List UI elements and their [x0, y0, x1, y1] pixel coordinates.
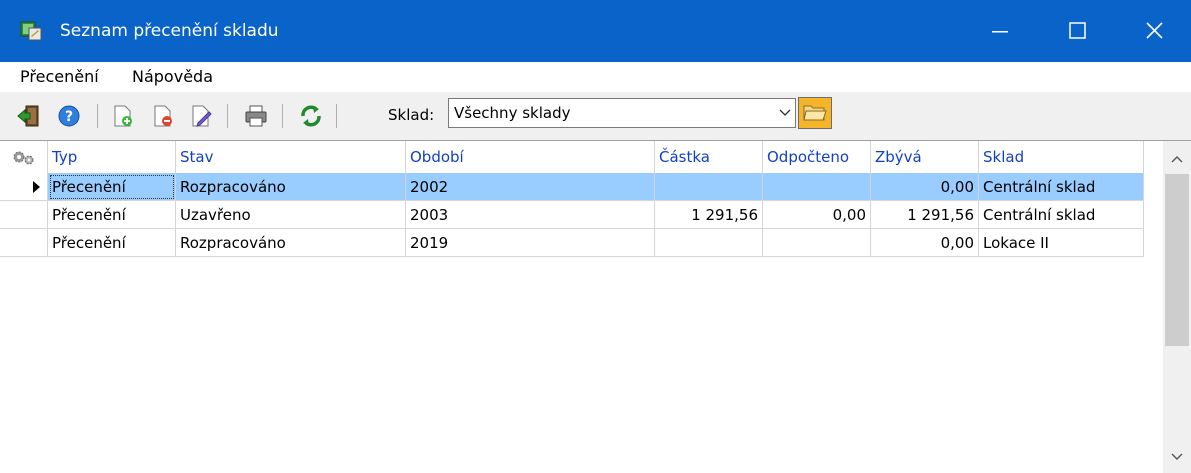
cell-sklad[interactable]: Centrální sklad: [979, 201, 1144, 229]
data-grid: Typ Stav Období Částka Odpočteno Zbývá S…: [0, 140, 1191, 473]
maximize-button[interactable]: [1043, 0, 1113, 62]
cell-typ[interactable]: Přecenění: [48, 229, 176, 257]
scroll-down-arrow-icon[interactable]: [1171, 453, 1183, 461]
toolbar-separator: [336, 104, 337, 128]
chevron-down-icon: [779, 109, 791, 116]
row-indicator: [0, 201, 48, 229]
app-icon: [20, 21, 42, 41]
new-button[interactable]: [110, 103, 136, 129]
gears-icon: [13, 151, 34, 165]
edit-button[interactable]: [188, 103, 214, 129]
cell-obdobi[interactable]: 2002: [406, 173, 655, 201]
delete-document-icon: [154, 105, 172, 127]
cell-odpocteno[interactable]: 0,00: [763, 201, 871, 229]
cell-sklad[interactable]: Lokace II: [979, 229, 1144, 257]
scroll-up-arrow-icon[interactable]: [1171, 155, 1183, 163]
row-indicator: [0, 229, 48, 257]
svg-text:?: ?: [65, 109, 73, 125]
title-bar: Seznam přecenění skladu: [0, 0, 1191, 62]
print-button[interactable]: [243, 103, 269, 129]
cell-typ[interactable]: Přecenění: [48, 173, 176, 201]
toolbar-separator: [97, 104, 98, 128]
window-title: Seznam přecenění skladu: [60, 21, 279, 41]
cell-stav[interactable]: Rozpracováno: [176, 173, 406, 201]
cell-obdobi[interactable]: 2019: [406, 229, 655, 257]
cell-zbyva[interactable]: 0,00: [871, 229, 979, 257]
menu-napoveda[interactable]: Nápověda: [132, 68, 213, 86]
close-icon: [1146, 22, 1163, 39]
cell-castka[interactable]: 1 291,56: [655, 201, 763, 229]
current-row-arrow-icon: [33, 181, 40, 193]
exit-icon: [17, 105, 39, 127]
column-header-obdobi[interactable]: Období: [406, 141, 655, 173]
sklad-label: Sklad:: [388, 106, 435, 124]
cell-castka[interactable]: [655, 173, 763, 201]
new-document-icon: [114, 105, 132, 127]
print-icon: [245, 105, 267, 127]
menu-preceneni[interactable]: Přecenění: [20, 68, 99, 86]
sklad-select[interactable]: Všechny sklady: [448, 98, 796, 128]
column-header-stav[interactable]: Stav: [176, 141, 406, 173]
table-row[interactable]: Přecenění Rozpracováno 2019 0,00 Lokace …: [0, 229, 1144, 257]
browse-folder-button[interactable]: [798, 97, 832, 129]
folder-icon: [803, 105, 827, 121]
cell-castka[interactable]: [655, 229, 763, 257]
toolbar: ? Sklad: Všechny sklady: [0, 92, 1191, 140]
cell-stav[interactable]: Uzavřeno: [176, 201, 406, 229]
toolbar-separator: [227, 104, 228, 128]
vertical-scrollbar[interactable]: [1163, 141, 1191, 473]
column-header-zbyva[interactable]: Zbývá: [871, 141, 979, 173]
table-row[interactable]: Přecenění Rozpracováno 2002 0,00 Centrál…: [0, 173, 1144, 201]
minimize-icon: [992, 31, 1008, 33]
table-row[interactable]: Přecenění Uzavřeno 2003 1 291,56 0,00 1 …: [0, 201, 1144, 229]
refresh-button[interactable]: [298, 103, 324, 129]
column-header-typ[interactable]: Typ: [48, 141, 176, 173]
exit-button[interactable]: [16, 103, 42, 129]
column-header-sklad[interactable]: Sklad: [979, 141, 1144, 173]
grid-header: Typ Stav Období Částka Odpočteno Zbývá S…: [0, 141, 1144, 173]
help-icon: ?: [58, 105, 80, 127]
cell-odpocteno[interactable]: [763, 173, 871, 201]
refresh-icon: [301, 105, 321, 127]
delete-button[interactable]: [150, 103, 176, 129]
cell-typ[interactable]: Přecenění: [48, 201, 176, 229]
cell-stav[interactable]: Rozpracováno: [176, 229, 406, 257]
maximize-icon: [1069, 22, 1086, 39]
row-indicator: [0, 173, 48, 201]
cell-sklad[interactable]: Centrální sklad: [979, 173, 1144, 201]
sklad-select-value: Všechny sklady: [454, 104, 571, 122]
column-header-castka[interactable]: Částka: [655, 141, 763, 173]
edit-document-icon: [192, 105, 212, 127]
close-button[interactable]: [1120, 0, 1190, 62]
column-header-odpocteno[interactable]: Odpočteno: [763, 141, 871, 173]
cell-odpocteno[interactable]: [763, 229, 871, 257]
cell-zbyva[interactable]: 1 291,56: [871, 201, 979, 229]
menu-bar: Přecenění Nápověda: [0, 62, 1191, 92]
scrollbar-thumb[interactable]: [1165, 174, 1189, 346]
toolbar-separator: [282, 104, 283, 128]
minimize-button[interactable]: [966, 0, 1036, 62]
column-settings-header[interactable]: [0, 141, 48, 173]
cell-zbyva[interactable]: 0,00: [871, 173, 979, 201]
cell-obdobi[interactable]: 2003: [406, 201, 655, 229]
help-button[interactable]: ?: [56, 103, 82, 129]
